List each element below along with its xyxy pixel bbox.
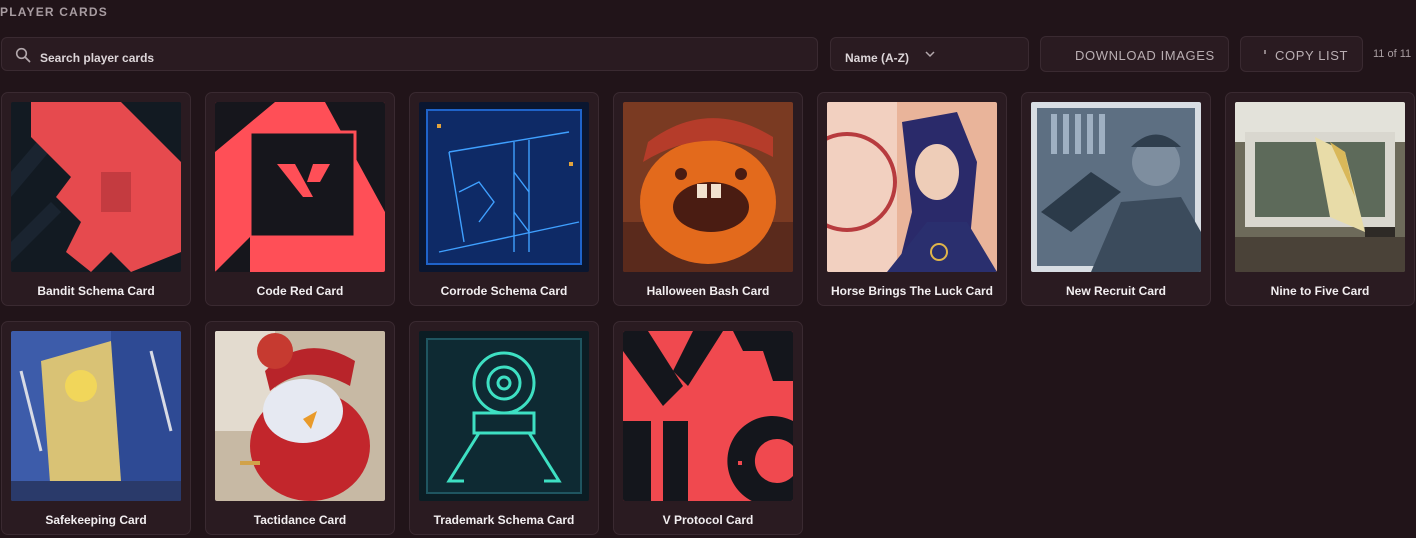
card-name: Code Red Card — [256, 284, 344, 298]
card-image — [623, 331, 793, 501]
card-image — [827, 102, 997, 272]
player-card[interactable]: Halloween Bash Card — [613, 92, 803, 306]
page-title: PLAYER CARDS — [0, 5, 108, 19]
card-name: V Protocol Card — [662, 513, 754, 527]
search-icon — [15, 47, 31, 63]
card-name: Corrode Schema Card — [440, 284, 568, 298]
card-name: Tactidance Card — [253, 513, 347, 527]
card-image — [623, 102, 793, 272]
card-image — [215, 102, 385, 272]
card-name: New Recruit Card — [1065, 284, 1167, 298]
sort-selected-label: Name (A-Z) — [845, 51, 910, 65]
player-card[interactable]: V Protocol Card — [613, 321, 803, 535]
card-image — [11, 331, 181, 501]
download-images-label: DOWNLOAD IMAGES — [1075, 48, 1215, 63]
copy-icon — [1264, 50, 1266, 54]
player-card[interactable]: Corrode Schema Card — [409, 92, 599, 306]
search-placeholder: Search player cards — [40, 51, 155, 65]
copy-list-label: COPY LIST — [1275, 48, 1349, 63]
card-name: Halloween Bash Card — [646, 284, 770, 298]
player-card[interactable]: New Recruit Card — [1021, 92, 1211, 306]
card-image — [419, 331, 589, 501]
player-card[interactable]: Code Red Card — [205, 92, 395, 306]
card-name: Nine to Five Card — [1270, 284, 1370, 298]
chevron-down-icon — [925, 51, 935, 58]
card-name: Safekeeping Card — [45, 513, 147, 527]
card-image — [1235, 102, 1405, 272]
card-name: Horse Brings The Luck Card — [830, 284, 994, 298]
player-card[interactable]: Tactidance Card — [205, 321, 395, 535]
card-image — [1031, 102, 1201, 272]
card-name: Bandit Schema Card — [37, 284, 155, 298]
card-image — [215, 331, 385, 501]
player-card[interactable]: Bandit Schema Card — [1, 92, 191, 306]
player-card[interactable]: Nine to Five Card — [1225, 92, 1415, 306]
card-name: Trademark Schema Card — [433, 513, 575, 527]
card-image — [11, 102, 181, 272]
player-card[interactable]: Horse Brings The Luck Card — [817, 92, 1007, 306]
result-count: 11 of 11 — [1373, 48, 1412, 60]
player-card[interactable]: Safekeeping Card — [1, 321, 191, 535]
sort-dropdown[interactable]: Name (A-Z) — [830, 37, 1029, 71]
card-image — [419, 102, 589, 272]
player-card[interactable]: Trademark Schema Card — [409, 321, 599, 535]
download-images-button[interactable]: DOWNLOAD IMAGES — [1040, 36, 1229, 72]
search-input[interactable]: Search player cards — [1, 37, 818, 71]
copy-list-button[interactable]: COPY LIST — [1240, 36, 1363, 72]
